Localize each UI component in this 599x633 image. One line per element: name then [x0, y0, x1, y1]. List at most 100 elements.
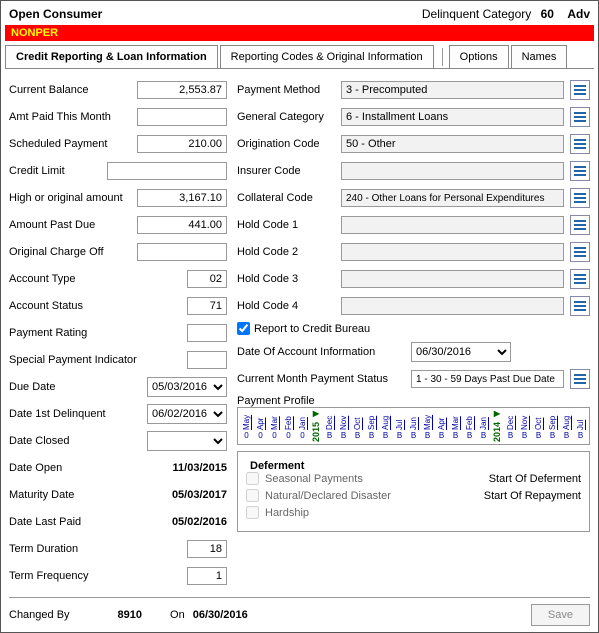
- label-seasonal: Seasonal Payments: [265, 473, 363, 485]
- profile-month: DecB: [504, 410, 517, 442]
- select-date-account-info[interactable]: 06/30/2016: [411, 342, 511, 362]
- input-general-category[interactable]: [341, 108, 564, 126]
- checkbox-seasonal: [246, 472, 259, 485]
- input-original-charge-off[interactable]: [137, 243, 227, 261]
- tab-reporting-codes[interactable]: Reporting Codes & Original Information: [220, 45, 434, 68]
- lookup-icon[interactable]: [570, 369, 590, 389]
- label-amt-paid: Amt Paid This Month: [9, 111, 129, 123]
- input-term-frequency[interactable]: [187, 567, 227, 585]
- input-term-duration[interactable]: [187, 540, 227, 558]
- profile-month: JulB: [393, 410, 406, 442]
- lookup-icon[interactable]: [570, 80, 590, 100]
- input-payment-rating[interactable]: [187, 324, 227, 342]
- profile-month: AprB: [435, 410, 448, 442]
- label-due-date: Due Date: [9, 381, 129, 393]
- input-collateral-code[interactable]: [341, 189, 564, 207]
- label-special-payment-indicator: Special Payment Indicator: [9, 354, 164, 366]
- value-date-last-paid: 05/02/2016: [147, 516, 227, 528]
- select-date-closed[interactable]: [147, 431, 227, 451]
- input-current-balance[interactable]: [137, 81, 227, 99]
- label-date-account-info: Date Of Account Information: [237, 346, 407, 358]
- profile-month: SepB: [365, 410, 378, 442]
- profile-month: JanB: [477, 410, 490, 442]
- profile-month: Feb0: [282, 410, 295, 442]
- label-payment-profile: Payment Profile: [237, 395, 590, 407]
- profile-month: MayB: [421, 410, 434, 442]
- label-term-duration: Term Duration: [9, 543, 129, 555]
- label-start-repayment: Start Of Repayment: [484, 490, 581, 502]
- lookup-icon[interactable]: [570, 188, 590, 208]
- label-maturity-date: Maturity Date: [9, 489, 129, 501]
- lookup-icon[interactable]: [570, 296, 590, 316]
- deferment-title: Deferment: [246, 460, 308, 472]
- label-report-credit-bureau: Report to Credit Bureau: [254, 323, 370, 335]
- input-high-original[interactable]: [137, 189, 227, 207]
- label-current-balance: Current Balance: [9, 84, 129, 96]
- profile-month: JulB: [574, 410, 587, 442]
- save-button[interactable]: Save: [531, 604, 590, 626]
- label-account-type: Account Type: [9, 273, 129, 285]
- value-changed-by: 8910: [118, 609, 142, 621]
- lookup-icon[interactable]: [570, 134, 590, 154]
- profile-month: SepB: [546, 410, 559, 442]
- input-current-month-status[interactable]: [411, 370, 564, 388]
- checkbox-natural: [246, 489, 259, 502]
- label-scheduled-payment: Scheduled Payment: [9, 138, 129, 150]
- label-date-last-paid: Date Last Paid: [9, 516, 129, 528]
- payment-profile-grid: May0Apr0Mar0Feb0Jan0▶2015DecBNovBOctBSep…: [237, 407, 590, 445]
- input-hold-4[interactable]: [341, 297, 564, 315]
- input-hold-3[interactable]: [341, 270, 564, 288]
- profile-year-2015: ▶2015: [310, 410, 322, 442]
- select-due-date[interactable]: 05/03/2016: [147, 377, 227, 397]
- tab-options[interactable]: Options: [449, 45, 509, 68]
- tab-names[interactable]: Names: [511, 45, 568, 68]
- input-amount-past-due[interactable]: [137, 216, 227, 234]
- lookup-icon[interactable]: [570, 107, 590, 127]
- label-hardship: Hardship: [265, 507, 309, 519]
- select-date-1st-delinq[interactable]: 06/02/2016: [147, 404, 227, 424]
- profile-month: MarB: [449, 410, 462, 442]
- label-account-status: Account Status: [9, 300, 129, 312]
- window-title: Open Consumer: [9, 7, 102, 21]
- profile-month: JunB: [407, 410, 420, 442]
- label-hold-3: Hold Code 3: [237, 273, 337, 285]
- label-hold-2: Hold Code 2: [237, 246, 337, 258]
- label-date-open: Date Open: [9, 462, 129, 474]
- input-insurer-code[interactable]: [341, 162, 564, 180]
- profile-year-2014: ▶2014: [491, 410, 503, 442]
- input-hold-1[interactable]: [341, 216, 564, 234]
- label-term-frequency: Term Frequency: [9, 570, 129, 582]
- lookup-icon[interactable]: [570, 215, 590, 235]
- profile-month: May0: [240, 410, 253, 442]
- lookup-icon[interactable]: [570, 269, 590, 289]
- tab-credit-reporting[interactable]: Credit Reporting & Loan Information: [5, 45, 218, 68]
- profile-month: AugB: [379, 410, 392, 442]
- input-origination-code[interactable]: [341, 135, 564, 153]
- profile-month: NovB: [518, 410, 531, 442]
- status-bar-nonper: NONPER: [5, 25, 594, 41]
- lookup-icon[interactable]: [570, 242, 590, 262]
- input-account-type[interactable]: [187, 270, 227, 288]
- label-origination-code: Origination Code: [237, 138, 337, 150]
- input-special-payment-indicator[interactable]: [187, 351, 227, 369]
- value-on: 06/30/2016: [193, 609, 248, 621]
- input-account-status[interactable]: [187, 297, 227, 315]
- label-collateral-code: Collateral Code: [237, 192, 337, 204]
- input-hold-2[interactable]: [341, 243, 564, 261]
- lookup-icon[interactable]: [570, 161, 590, 181]
- label-high-original: High or original amount: [9, 192, 129, 204]
- input-payment-method[interactable]: [341, 81, 564, 99]
- input-credit-limit[interactable]: [107, 162, 227, 180]
- label-payment-rating: Payment Rating: [9, 327, 129, 339]
- profile-month: Apr0: [254, 410, 267, 442]
- profile-month: Jan0: [296, 410, 309, 442]
- checkbox-report-credit-bureau[interactable]: [237, 322, 250, 335]
- delinquent-category: Delinquent Category 60 Adv: [422, 7, 590, 21]
- input-scheduled-payment[interactable]: [137, 135, 227, 153]
- profile-month: Mar0: [268, 410, 281, 442]
- label-hold-1: Hold Code 1: [237, 219, 337, 231]
- profile-month: FebB: [463, 410, 476, 442]
- label-natural: Natural/Declared Disaster: [265, 490, 391, 502]
- profile-month: OctB: [351, 410, 364, 442]
- input-amt-paid[interactable]: [137, 108, 227, 126]
